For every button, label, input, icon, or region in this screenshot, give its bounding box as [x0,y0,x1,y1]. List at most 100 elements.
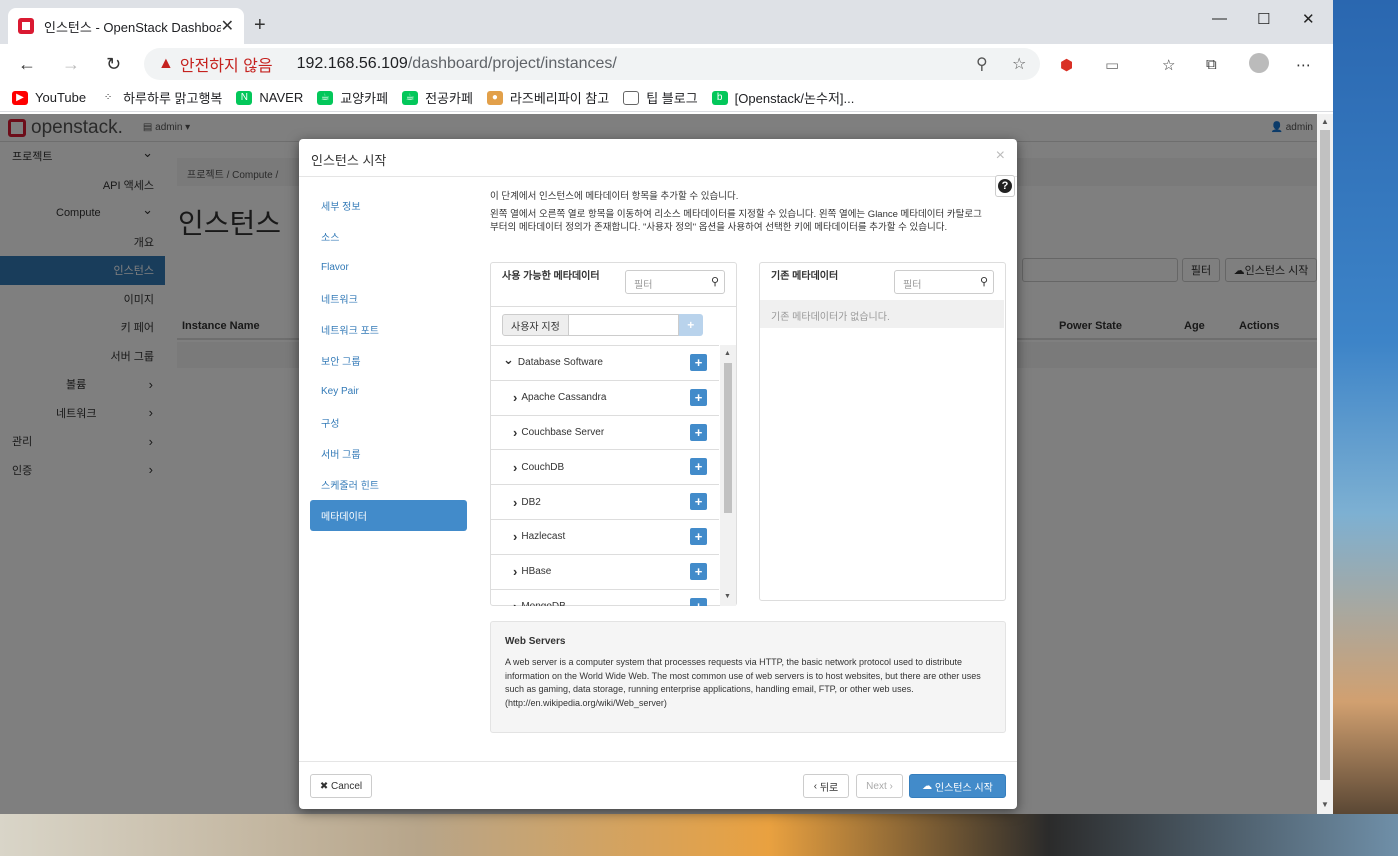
launch-instance-submit-button[interactable]: ☁ 인스턴스 시작 [909,774,1006,798]
custom-metadata-row: 사용자 지정 + [502,314,703,336]
bookmark-raspberry[interactable]: ● 라즈베리파이 참고 [486,88,609,107]
raspberry-icon: ● [486,90,503,105]
existing-filter-input[interactable]: 필터 ⚲ [894,270,994,294]
bookmark-tip-blog[interactable]: 팁 블로그 [623,88,698,107]
forward-arrow-icon[interactable]: → [62,54,80,75]
add-custom-button[interactable]: + [678,314,703,336]
wizard-step[interactable]: Flavor [310,252,467,283]
maximize-icon[interactable]: ☐ [1257,10,1270,28]
wizard-step[interactable]: Key Pair [310,376,467,407]
blog-icon: b [711,90,728,105]
extension-icon[interactable]: ▭ [1105,56,1119,74]
metadata-namespace[interactable]: ⌄ Database Software + [491,346,719,381]
metadata-namespace[interactable]: › MongoDB + [491,590,719,606]
tab-bar: 인스턴스 - OpenStack Dashboard ✕ + — ☐ ✕ [0,0,1333,44]
chevron-right-icon[interactable]: › [513,564,517,579]
wizard-steps: 세부 정보 소스 Flavor 네트워크 네트워크 포트 보안 그룹 Key Pair 구성 서… [310,190,467,531]
chevron-right-icon[interactable]: › [513,425,517,440]
wizard-step[interactable]: 소스 [310,221,467,252]
wizard-step[interactable]: 네트워크 [310,283,467,314]
next-button[interactable]: Next › [856,774,903,798]
desktop-background-bottom [0,814,1398,856]
add-metadata-button[interactable]: + [690,423,707,441]
bookmark-naver[interactable]: N NAVER [236,90,303,105]
scroll-up-icon[interactable]: ▲ [724,350,731,357]
add-metadata-button[interactable]: + [690,527,707,545]
favorites-icon[interactable]: ☆ [1162,56,1175,74]
tab-close-icon[interactable]: ✕ [221,16,234,36]
naver-cafe-icon: ☕ [402,90,419,105]
modal-header: 인스턴스 시작 × [299,139,1017,177]
address-bar[interactable]: ▲ 안전하지 않음 192.168.56.109 /dashboard/proj… [144,48,1040,80]
openstack-favicon-icon [18,18,34,34]
wizard-step[interactable]: 메타데이터 [310,500,467,531]
minimize-icon[interactable]: — [1212,10,1227,27]
tree-scrollbar[interactable]: ▲ ▼ [720,345,736,606]
help-button[interactable]: ? [995,175,1015,197]
favorite-star-icon[interactable]: ☆ [1012,54,1026,74]
wizard-step[interactable]: 스케줄러 힌트 [310,469,467,500]
scroll-down-icon[interactable]: ▼ [724,593,731,600]
custom-key-input[interactable] [568,314,679,336]
add-metadata-button[interactable]: + [690,388,707,406]
chevron-right-icon[interactable]: › [513,390,517,405]
bookmark-cafe-major[interactable]: ☕ 전공카페 [402,88,473,107]
metadata-namespace[interactable]: › CouchDB + [491,450,719,486]
zoom-icon[interactable]: ⚲ [976,54,988,74]
metadata-namespace[interactable]: › Couchbase Server + [491,416,719,451]
desktop-background [1333,0,1398,856]
metadata-namespace-label: HBase [521,566,552,578]
search-icon: ⚲ [710,276,719,288]
cancel-button[interactable]: ✖ Cancel [310,774,372,798]
page-scrollbar[interactable]: ▲ ▼ [1317,114,1333,814]
profile-avatar[interactable] [1249,53,1269,73]
tree-scrollbar-thumb[interactable] [724,363,732,513]
help-icon: ? [998,179,1012,193]
new-tab-icon[interactable]: + [254,14,266,37]
metadata-namespace[interactable]: › Apache Cassandra + [491,381,719,416]
scroll-up-icon[interactable]: ▲ [1321,117,1329,126]
no-existing-metadata: 기존 메타데이터가 없습니다. [760,300,1004,328]
browser-tab[interactable]: 인스턴스 - OpenStack Dashboard ✕ [8,8,244,44]
bookmark-openstack-blog[interactable]: b [Openstack/논수저]... [711,88,854,107]
metadata-namespace[interactable]: › Hazlecast + [491,520,719,555]
bookmark-haru[interactable]: ⁘ 하루하루 맑고행복 [100,88,222,107]
back-arrow-icon[interactable]: ← [18,54,36,75]
bookmark-cafe-general[interactable]: ☕ 교양카페 [317,88,388,107]
add-metadata-button[interactable]: + [690,354,707,371]
more-menu-icon[interactable]: ⋯ [1296,56,1311,74]
bookmark-youtube[interactable]: ▶ YouTube [12,90,86,105]
scrollbar-thumb[interactable] [1320,130,1330,780]
chevron-right-icon[interactable]: › [513,460,517,475]
bookmarks-bar: ▶ YouTube ⁘ 하루하루 맑고행복 N NAVER ☕ 교양카페 ☕ 전공카페 ●… [0,84,1333,112]
modal-footer: ✖ Cancel ‹ 뒤로 Next › ☁ 인스턴스 시작 [299,761,1017,809]
scroll-down-icon[interactable]: ▼ [1321,800,1329,809]
add-metadata-button[interactable]: + [690,458,707,476]
add-metadata-button[interactable]: + [690,493,707,511]
wizard-step[interactable]: 보안 그룹 [310,345,467,376]
metadata-namespace[interactable]: › DB2 + [491,485,719,520]
chevron-right-icon[interactable]: › [513,599,517,606]
add-metadata-button[interactable]: + [690,562,707,580]
available-metadata-header: 사용 가능한 메타데이터 필터 ⚲ [491,263,736,307]
wizard-step[interactable]: 서버 그룹 [310,438,467,469]
tistory-icon: ⁘ [100,90,117,105]
security-warning[interactable]: 안전하지 않음 [180,52,273,76]
window-close-icon[interactable]: ✕ [1302,10,1315,28]
modal-close-icon[interactable]: × [996,147,1005,165]
available-filter-input[interactable]: 필터 ⚲ [625,270,725,294]
refresh-icon[interactable]: ↻ [106,54,121,75]
chevron-right-icon[interactable]: › [513,529,517,544]
chevron-right-icon[interactable]: › [513,495,517,510]
chevron-down-icon[interactable]: ⌄ [503,352,514,368]
wizard-step[interactable]: 네트워크 포트 [310,314,467,345]
add-metadata-button[interactable]: + [690,597,707,606]
adblock-icon[interactable]: ⬢ [1060,56,1073,74]
available-metadata-panel: 사용 가능한 메타데이터 필터 ⚲ 사용자 지정 + ⌄ Database Sof… [490,262,737,606]
collections-icon[interactable]: ⧉ [1206,56,1217,73]
wizard-step[interactable]: 구성 [310,407,467,438]
back-button[interactable]: ‹ 뒤로 [803,774,849,798]
metadata-namespace[interactable]: › HBase + [491,555,719,590]
wizard-step[interactable]: 세부 정보 [310,190,467,221]
custom-label: 사용자 지정 [502,314,569,336]
